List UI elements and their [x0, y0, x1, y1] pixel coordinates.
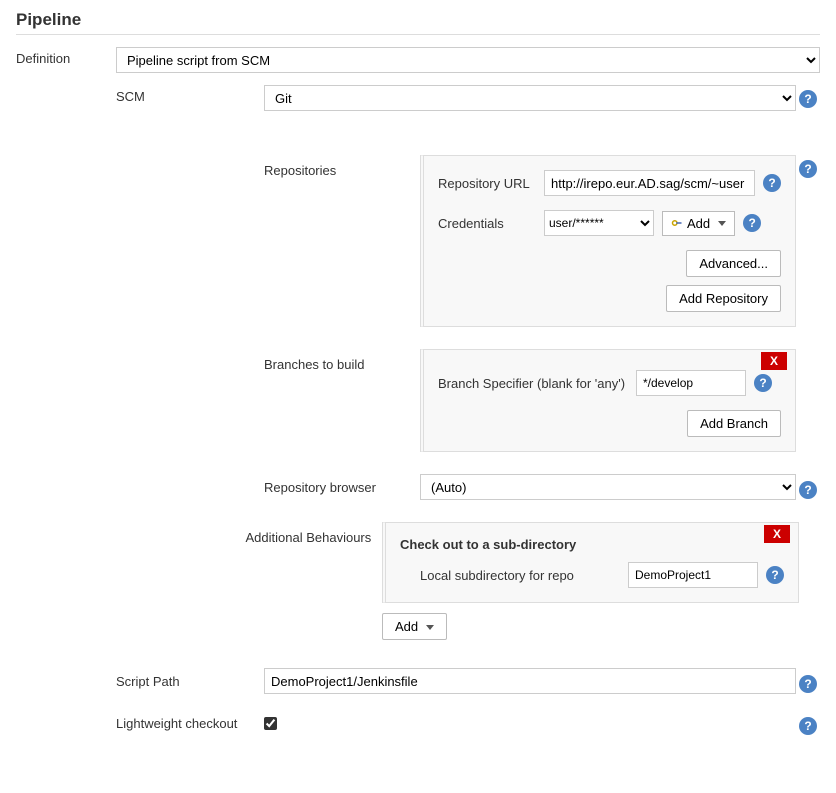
add-repository-button[interactable]: Add Repository [666, 285, 781, 312]
repo-url-input[interactable] [544, 170, 755, 196]
delete-behaviour-button[interactable]: X [764, 525, 790, 543]
behaviour-title: Check out to a sub-directory [400, 537, 784, 552]
help-icon[interactable]: ? [799, 717, 817, 735]
scm-select[interactable]: Git [264, 85, 796, 111]
branches-label: Branches to build [264, 349, 420, 452]
repo-url-label: Repository URL [438, 176, 536, 191]
help-icon[interactable]: ? [799, 90, 817, 108]
delete-branch-button[interactable]: X [761, 352, 787, 370]
script-path-label: Script Path [116, 674, 264, 689]
scm-label: SCM [116, 85, 264, 104]
definition-select[interactable]: Pipeline script from SCM [116, 47, 820, 73]
lightweight-checkbox[interactable] [264, 717, 277, 730]
script-path-input[interactable] [264, 668, 796, 694]
add-branch-button[interactable]: Add Branch [687, 410, 781, 437]
repo-browser-select[interactable]: (Auto) [420, 474, 796, 500]
branches-panel: X Branch Specifier (blank for 'any') ? A… [420, 349, 796, 452]
repository-panel: Repository URL ? Credentials user/******… [420, 155, 796, 327]
behaviours-label: Additional Behaviours [246, 522, 383, 640]
add-behaviour-label: Add [395, 619, 418, 634]
add-credentials-button[interactable]: Add [662, 211, 735, 236]
help-icon[interactable]: ? [743, 214, 761, 232]
help-icon[interactable]: ? [799, 481, 817, 499]
subdir-input[interactable] [628, 562, 758, 588]
repositories-label: Repositories [264, 155, 420, 327]
help-icon[interactable]: ? [754, 374, 772, 392]
credentials-label: Credentials [438, 216, 536, 231]
add-credentials-label: Add [687, 216, 710, 231]
credentials-select[interactable]: user/****** [544, 210, 654, 236]
branch-specifier-label: Branch Specifier (blank for 'any') [438, 376, 628, 391]
behaviour-panel: X Check out to a sub-directory Local sub… [382, 522, 799, 603]
add-behaviour-button[interactable]: Add [382, 613, 447, 640]
help-icon[interactable]: ? [799, 160, 817, 178]
advanced-button[interactable]: Advanced... [686, 250, 781, 277]
key-icon [671, 217, 683, 229]
subdir-label: Local subdirectory for repo [420, 568, 620, 583]
lightweight-label: Lightweight checkout [116, 716, 264, 731]
definition-label: Definition [16, 47, 116, 66]
branch-specifier-input[interactable] [636, 370, 746, 396]
page-title: Pipeline [16, 10, 820, 35]
help-icon[interactable]: ? [763, 174, 781, 192]
help-icon[interactable]: ? [766, 566, 784, 584]
repo-browser-label: Repository browser [264, 480, 420, 495]
help-icon[interactable]: ? [799, 675, 817, 693]
